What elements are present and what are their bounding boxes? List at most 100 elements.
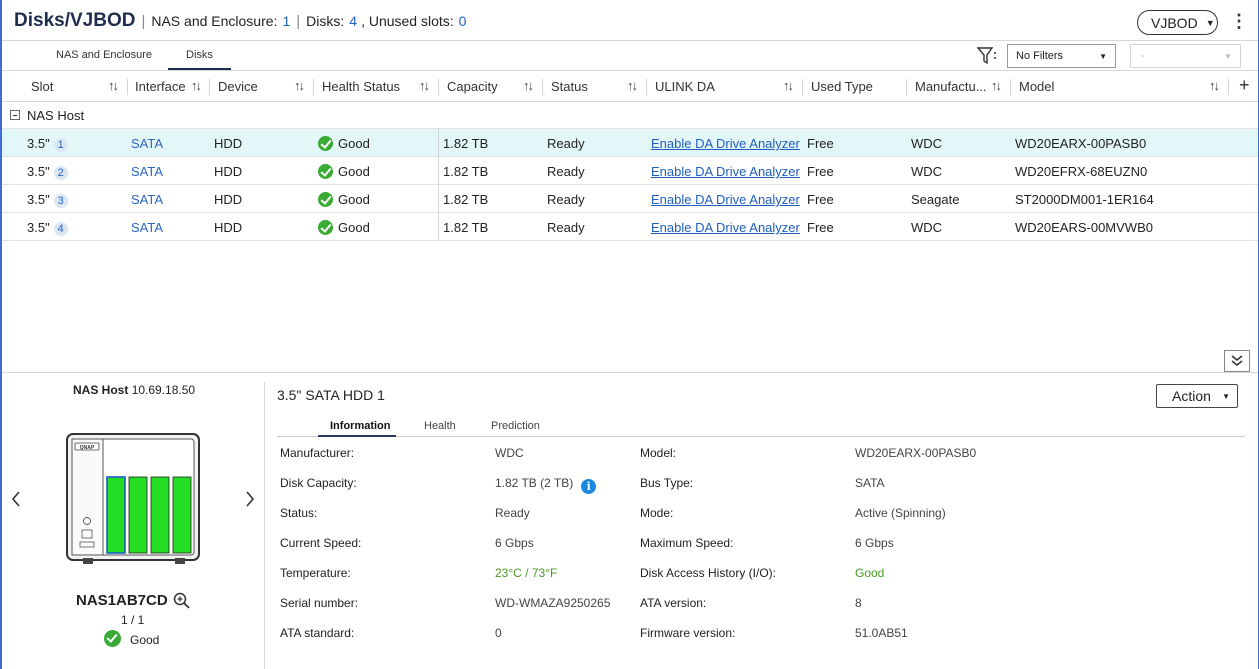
group-row-nas-host[interactable]: NAS Host: [2, 102, 1258, 128]
column-separator[interactable]: [313, 79, 314, 95]
tab-disks[interactable]: Disks: [186, 49, 213, 61]
table-row[interactable]: 3.5" 3 SATA HDD Good 1.82 TB Ready Enable…: [2, 184, 1258, 212]
interface-cell[interactable]: SATA: [131, 136, 163, 151]
table-row[interactable]: 3.5" 4 SATA HDD Good 1.82 TB Ready Enable…: [2, 212, 1258, 240]
header-separator: |: [141, 13, 146, 30]
info-icon[interactable]: i: [581, 479, 597, 494]
column-separator[interactable]: [438, 79, 439, 95]
sort-icon[interactable]: ↑↓: [191, 78, 202, 93]
action-dropdown-button[interactable]: Action ▼: [1156, 384, 1238, 408]
column-header-interface[interactable]: Interface: [135, 79, 186, 94]
sort-icon[interactable]: ↑↓: [523, 78, 534, 93]
device-cell: HDD: [214, 192, 243, 207]
column-header-manufacturer[interactable]: Manufactu...: [915, 79, 987, 94]
used-type-cell: Free: [807, 192, 834, 207]
status-cell: Ready: [547, 164, 585, 179]
health-status-text: Good: [338, 192, 370, 207]
used-type-cell: Free: [807, 136, 834, 151]
temperature-value: 23°C / 73°F: [495, 566, 558, 580]
info-label: Manufacturer:: [280, 446, 355, 460]
unused-slots-count: 0: [458, 13, 467, 29]
capacity-cell: 1.82 TB: [443, 220, 489, 235]
column-header-health-status[interactable]: Health Status: [322, 79, 400, 94]
sort-icon[interactable]: ↑↓: [108, 78, 119, 93]
slot-cell: 3.5" 1: [27, 136, 68, 152]
status-cell: Ready: [547, 220, 585, 235]
column-separator[interactable]: [542, 79, 543, 95]
column-header-ulink-da[interactable]: ULINK DA: [655, 79, 715, 94]
column-header-used-type[interactable]: Used Type: [811, 79, 873, 94]
column-header-status[interactable]: Status: [551, 79, 588, 94]
model-cell: WD20EFRX-68EUZN0: [1015, 164, 1148, 179]
tab-health[interactable]: Health: [424, 420, 456, 432]
column-header-capacity[interactable]: Capacity: [447, 79, 498, 94]
health-cell: Good: [318, 136, 370, 151]
more-options-icon[interactable]: ⋮: [1230, 12, 1248, 30]
double-chevron-down-icon: [1231, 355, 1243, 366]
chevron-down-icon: ▼: [1222, 391, 1230, 401]
sort-icon[interactable]: ↑↓: [294, 78, 305, 93]
sort-icon[interactable]: ↑↓: [419, 78, 430, 93]
column-header-slot[interactable]: Slot: [31, 79, 53, 94]
sort-icon[interactable]: ↑↓: [783, 78, 794, 93]
check-circle-icon: [104, 630, 121, 647]
info-label: Serial number:: [280, 596, 359, 610]
filter-icon[interactable]: [977, 47, 997, 65]
column-header-device[interactable]: Device: [218, 79, 258, 94]
info-value: Ready: [495, 506, 530, 520]
page-header: Disks/VJBOD | NAS and Enclosure: 1 | Dis…: [14, 10, 466, 36]
table-row[interactable]: 3.5" 2 SATA HDD Good 1.82 TB Ready Enable…: [2, 156, 1258, 184]
add-column-icon[interactable]: +: [1239, 75, 1250, 96]
sort-icon[interactable]: ↑↓: [1209, 78, 1220, 93]
manufacturer-cell: Seagate: [911, 192, 960, 207]
used-type-cell: Free: [807, 164, 834, 179]
enable-da-link[interactable]: Enable DA Drive Analyzer: [651, 192, 800, 207]
column-separator[interactable]: [646, 79, 647, 95]
chevron-right-icon[interactable]: [244, 490, 256, 508]
disk-access-history-value: Good: [855, 566, 885, 580]
interface-cell[interactable]: SATA: [131, 192, 163, 207]
info-label: ATA standard:: [280, 626, 355, 640]
info-label: Temperature:: [280, 566, 351, 580]
vjbod-dropdown[interactable]: VJBOD ▼: [1137, 10, 1218, 35]
info-label: Current Speed:: [280, 536, 362, 550]
status-cell: Ready: [547, 136, 585, 151]
column-separator[interactable]: [1010, 79, 1011, 95]
column-separator[interactable]: [209, 79, 210, 95]
health-cell: Good: [318, 192, 370, 207]
info-label: Disk Capacity:: [280, 476, 357, 490]
nas-device-image[interactable]: QNAP: [65, 432, 201, 566]
column-separator[interactable]: [802, 79, 803, 95]
enable-da-link[interactable]: Enable DA Drive Analyzer: [651, 136, 800, 151]
tab-information[interactable]: Information: [330, 420, 391, 432]
header-separator: |: [296, 13, 301, 30]
health-status-text: Good: [338, 136, 370, 151]
column-separator[interactable]: [127, 79, 128, 95]
nas-enclosure-count: 1: [282, 13, 291, 29]
info-value: SATA: [855, 476, 885, 490]
tab-prediction[interactable]: Prediction: [491, 420, 540, 432]
interface-cell[interactable]: SATA: [131, 164, 163, 179]
column-header-model[interactable]: Model: [1019, 79, 1054, 94]
sort-icon[interactable]: ↑↓: [991, 78, 1002, 93]
enable-da-link[interactable]: Enable DA Drive Analyzer: [651, 164, 800, 179]
enable-da-link[interactable]: Enable DA Drive Analyzer: [651, 220, 800, 235]
check-circle-icon: [318, 192, 333, 207]
collapse-group-icon[interactable]: [10, 110, 20, 120]
collapse-panel-button[interactable]: [1224, 350, 1250, 372]
info-value: 6 Gbps: [495, 536, 534, 550]
zoom-in-icon[interactable]: [173, 592, 190, 609]
sort-icon[interactable]: ↑↓: [627, 78, 638, 93]
column-separator[interactable]: [906, 79, 907, 95]
health-status-text: Good: [338, 220, 370, 235]
device-cell: HDD: [214, 220, 243, 235]
table-row[interactable]: 3.5" 1 SATA HDD Good 1.82 TB Ready Enable…: [2, 128, 1258, 156]
capacity-cell: 1.82 TB: [443, 136, 489, 151]
filter-dropdown[interactable]: No Filters ▼: [1007, 44, 1116, 68]
interface-cell[interactable]: SATA: [131, 220, 163, 235]
chevron-left-icon[interactable]: [10, 490, 22, 508]
info-value: 0: [495, 626, 502, 640]
tab-nas-and-enclosure[interactable]: NAS and Enclosure: [56, 49, 152, 61]
divider: [2, 240, 1258, 241]
column-separator[interactable]: [1228, 79, 1229, 95]
